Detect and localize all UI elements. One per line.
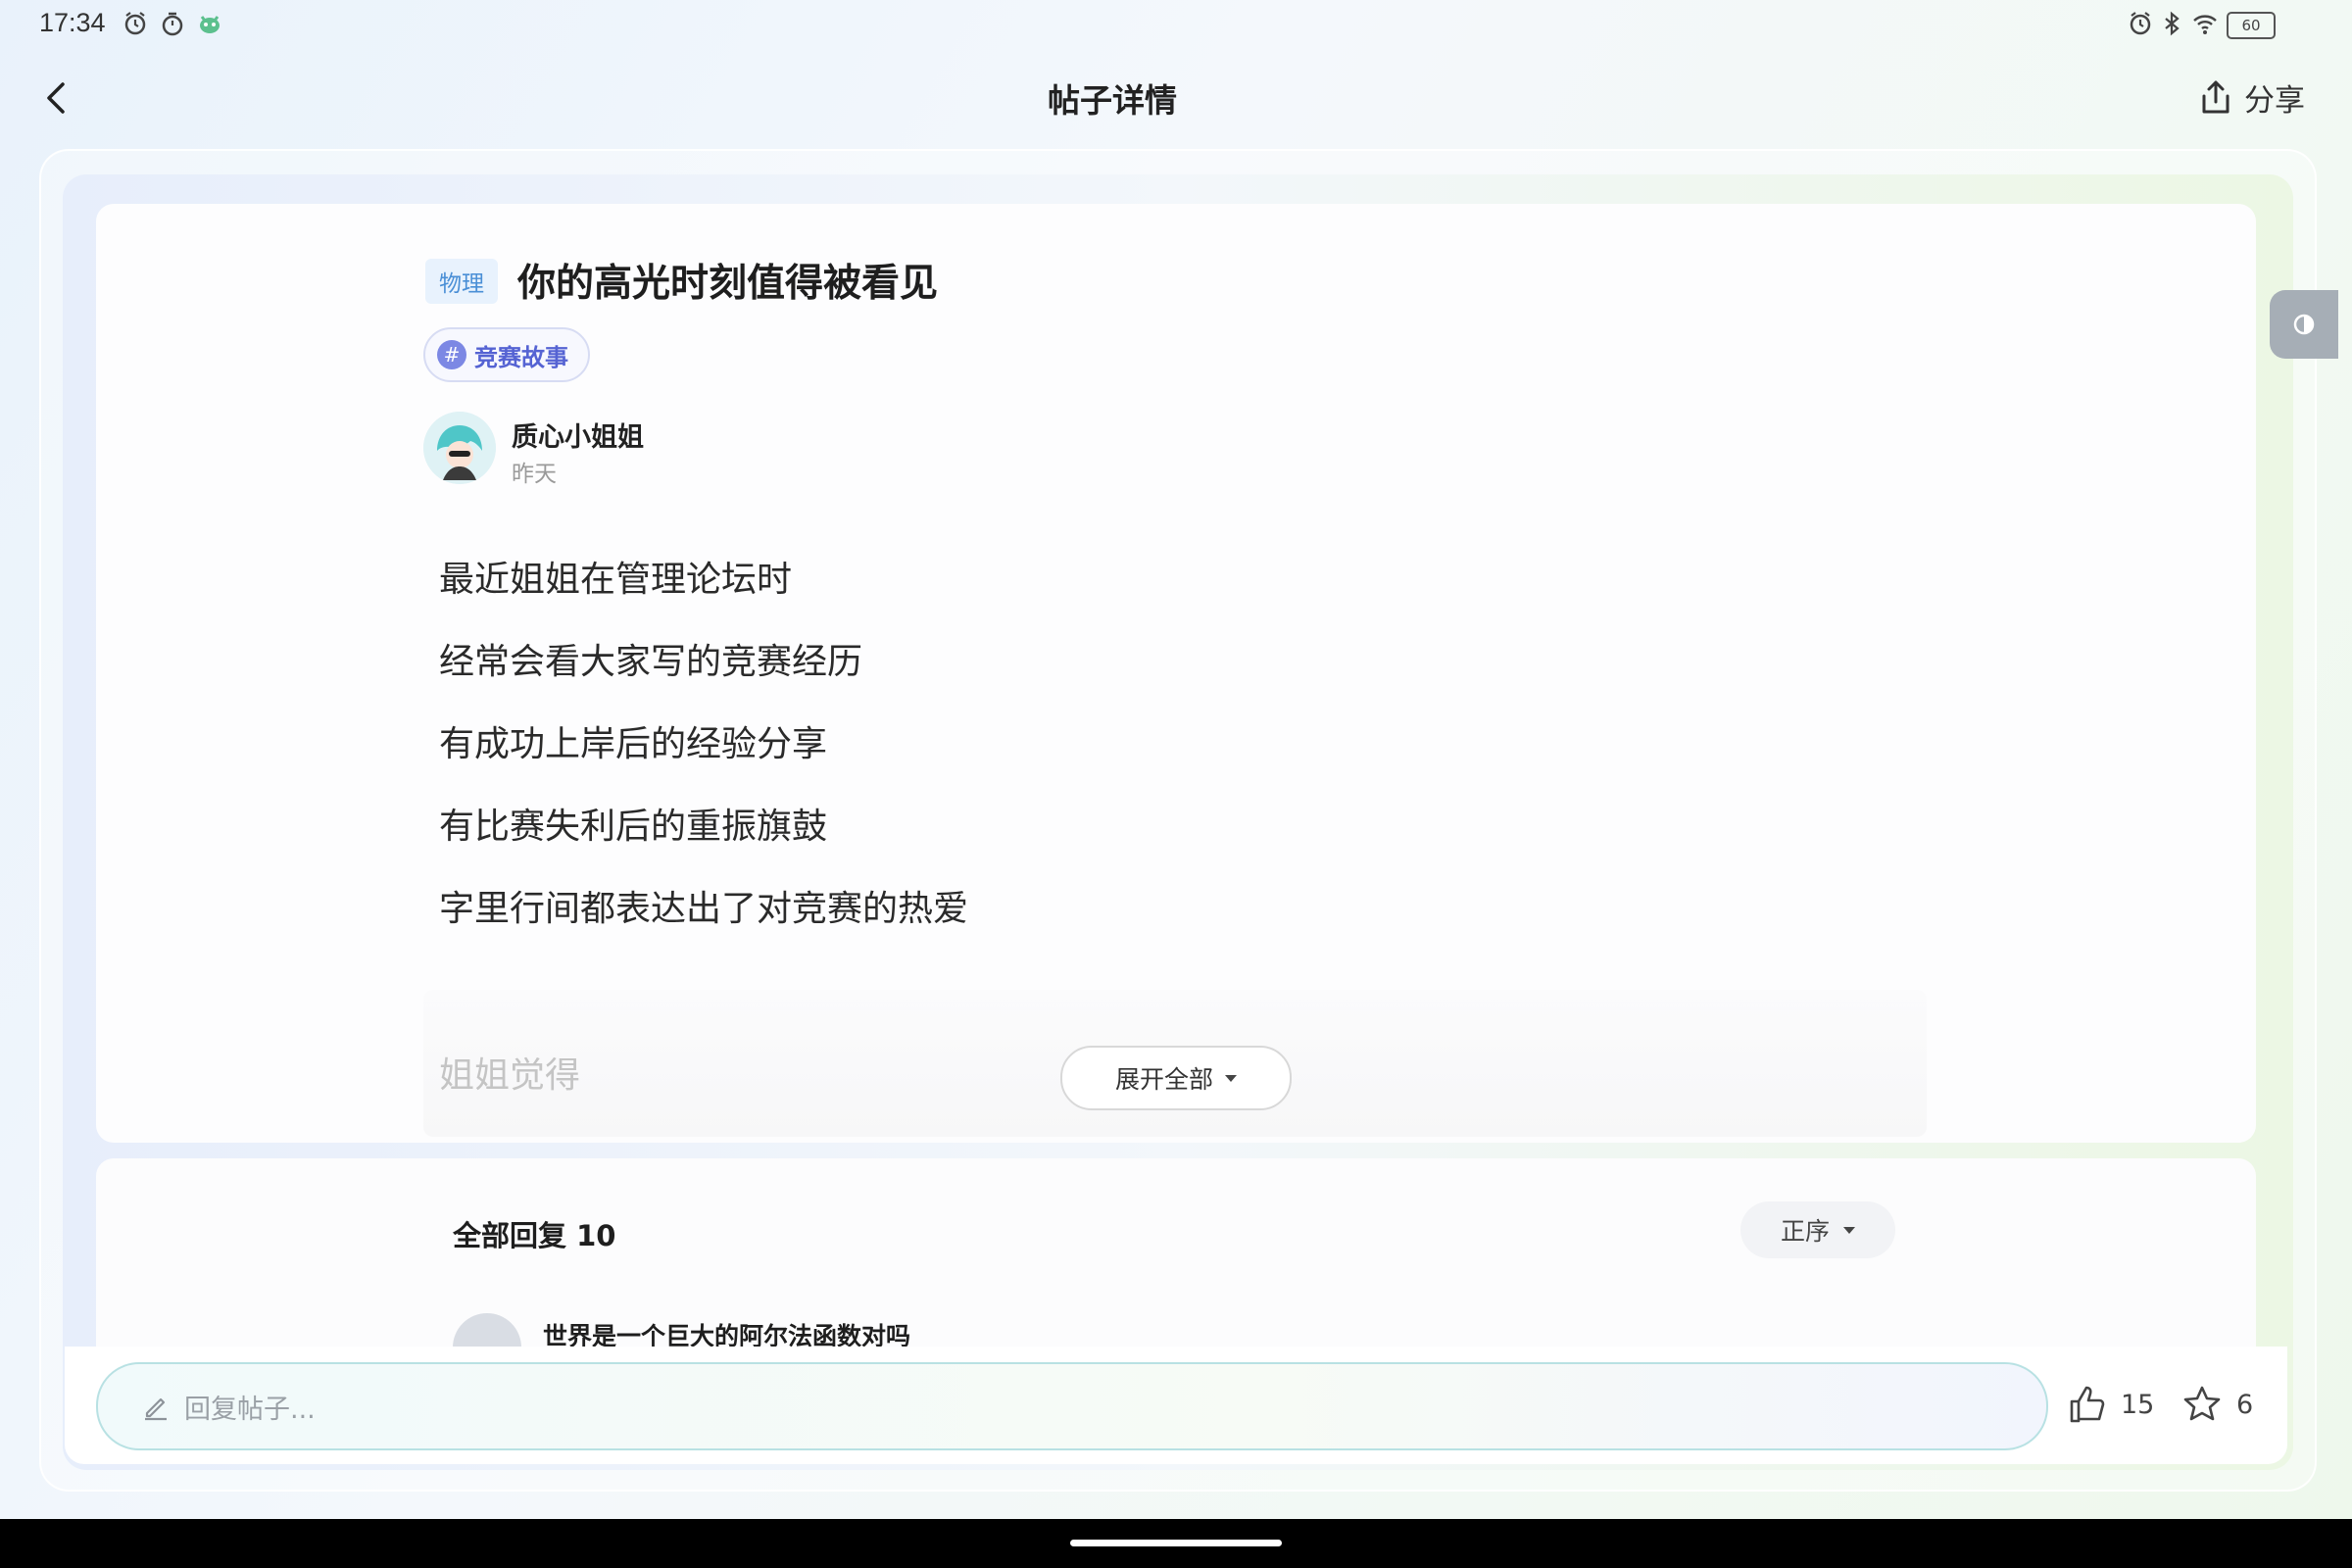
page-title: 帖子详情 bbox=[1048, 81, 1177, 120]
caret-down-icon bbox=[1225, 1074, 1237, 1082]
alarm-icon bbox=[124, 12, 146, 35]
share-label: 分享 bbox=[2244, 82, 2305, 119]
theme-toggle-button[interactable] bbox=[2270, 290, 2338, 359]
battery-icon: 60 bbox=[2227, 12, 2276, 39]
expand-all-button[interactable]: 展开全部 bbox=[1060, 1046, 1292, 1110]
reply-placeholder: 回复帖子... bbox=[184, 1394, 316, 1425]
subject-tag[interactable]: 物理 bbox=[425, 259, 498, 304]
share-button[interactable]: 分享 bbox=[2199, 74, 2305, 120]
avatar-icon bbox=[423, 412, 496, 484]
share-icon bbox=[2202, 80, 2230, 114]
post-body-line: 字里行间都表达出了对竞赛的热爱 bbox=[439, 889, 969, 929]
bluetooth-icon bbox=[2165, 11, 2180, 36]
status-time: 17:34 bbox=[39, 8, 106, 37]
home-indicator[interactable] bbox=[1070, 1540, 1282, 1546]
wifi-icon bbox=[2193, 15, 2217, 34]
sort-order-button[interactable]: 正序 bbox=[1740, 1201, 1895, 1258]
author-name[interactable]: 质心小姐姐 bbox=[512, 416, 644, 454]
reply-input[interactable]: 回复帖子... bbox=[96, 1362, 2048, 1450]
app-notification-icon bbox=[200, 16, 220, 33]
topic-label: 竞赛故事 bbox=[474, 343, 568, 371]
post-body-faded-line: 姐姐觉得 bbox=[439, 1055, 581, 1096]
replies-heading: 全部回复 10 bbox=[453, 1219, 616, 1252]
expand-all-label: 展开全部 bbox=[1114, 1065, 1213, 1094]
thumbs-up-icon bbox=[2070, 1386, 2105, 1423]
post-time: 昨天 bbox=[512, 462, 557, 487]
author-avatar[interactable] bbox=[423, 412, 496, 484]
star-icon bbox=[2183, 1386, 2221, 1421]
post-title: 你的高光时刻值得被看见 bbox=[517, 262, 939, 306]
battery-level: 60 bbox=[2241, 17, 2261, 34]
favorite-button[interactable]: 6 bbox=[2181, 1380, 2253, 1429]
sort-order-label: 正序 bbox=[1780, 1217, 1830, 1246]
topic-chip[interactable]: # 竞赛故事 bbox=[423, 327, 590, 382]
like-button[interactable]: 15 bbox=[2068, 1380, 2154, 1429]
alarm-icon bbox=[2130, 12, 2151, 35]
favorite-count: 6 bbox=[2236, 1389, 2254, 1420]
post-body-line: 有成功上岸后的经验分享 bbox=[439, 724, 828, 764]
caret-down-icon bbox=[1843, 1226, 1855, 1234]
timer-icon bbox=[162, 12, 183, 36]
post-body-line: 最近姐姐在管理论坛时 bbox=[439, 560, 793, 600]
contrast-icon bbox=[2293, 314, 2315, 335]
pencil-icon bbox=[145, 1397, 167, 1421]
post-body-line: 经常会看大家写的竞赛经历 bbox=[439, 642, 863, 682]
like-count: 15 bbox=[2121, 1389, 2155, 1420]
hashtag-icon: # bbox=[437, 340, 466, 369]
post-body-line: 有比赛失利后的重振旗鼓 bbox=[439, 807, 828, 847]
